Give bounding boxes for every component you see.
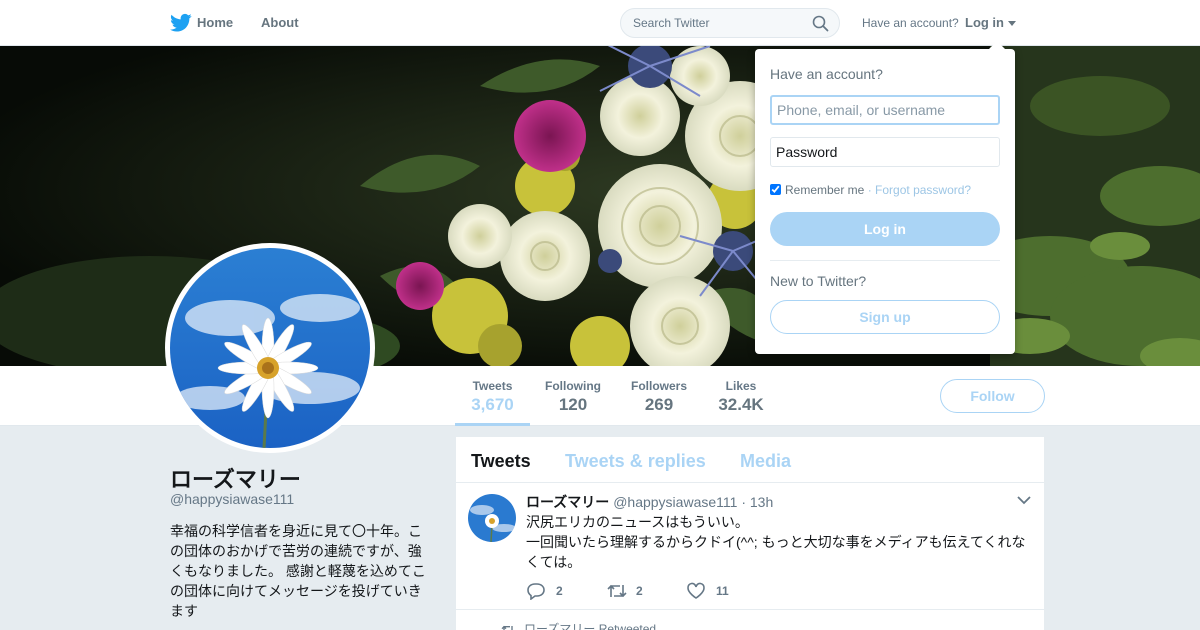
retweet-count: 2: [636, 584, 643, 598]
tab-tweets-replies[interactable]: Tweets & replies: [565, 451, 706, 472]
retweet-button[interactable]: 2: [606, 582, 666, 600]
retweet-context-icon: [501, 625, 513, 630]
search-box[interactable]: Search Twitter: [620, 8, 840, 38]
tweet-text-line: 一回聞いたら理解するからクドイ(^^; もっと大切な事をメディアも伝えてくれなく…: [526, 534, 1026, 570]
nav-home-link[interactable]: Home: [197, 15, 233, 30]
nav-about-link[interactable]: About: [261, 15, 299, 30]
dropdown-title: Have an account?: [770, 66, 883, 82]
remember-separator: ·: [867, 183, 872, 197]
dropdown-divider: [770, 260, 1000, 261]
stat-following-value: 120: [558, 395, 588, 414]
twitter-bird-icon[interactable]: [170, 13, 192, 33]
stat-likes-label: Likes: [725, 379, 757, 393]
search-icon[interactable]: [812, 15, 829, 32]
profile-bio: 幸福の科学信者を身近に見て〇十年。この団体のおかげで苦労の連続ですが、強くもなり…: [170, 523, 426, 619]
display-name[interactable]: ローズマリー: [170, 462, 301, 494]
follow-button[interactable]: Follow: [940, 379, 1045, 413]
tweet-author-handle[interactable]: @happysiawase111: [613, 494, 737, 510]
login-button[interactable]: Log in: [770, 212, 1000, 246]
stat-followers-label: Followers: [630, 379, 687, 393]
login-menu-link[interactable]: Log in: [965, 15, 1004, 30]
tweet-text: 沢尻エリカのニュースはもういい。 一回聞いたら理解するからクドイ(^^; もっと…: [526, 512, 1034, 572]
remember-row: Remember me · Forgot password?: [770, 183, 971, 197]
remember-label[interactable]: Remember me: [785, 183, 864, 197]
tweet-header: ローズマリー @happysiawase111 · 13h: [526, 492, 773, 512]
have-account-text: Have an account?: [862, 16, 959, 30]
stat-tweets[interactable]: Tweets 3,670: [455, 366, 530, 426]
retweet-context: ローズマリー Retweeted: [500, 620, 656, 630]
stat-likes[interactable]: Likes 32.4K: [710, 366, 772, 426]
like-button[interactable]: 11: [686, 582, 746, 600]
login-dropdown: Have an account? Remember me · Forgot pa…: [755, 41, 1015, 354]
tweet-avatar[interactable]: [468, 494, 516, 542]
retweet-context-text[interactable]: ローズマリー Retweeted: [524, 622, 656, 630]
signup-button[interactable]: Sign up: [770, 300, 1000, 334]
tab-media[interactable]: Media: [740, 451, 791, 472]
tweet-text-line: 沢尻エリカのニュースはもういい。: [526, 514, 749, 530]
stat-followers-value: 269: [644, 395, 674, 414]
stat-tweets-value: 3,670: [471, 395, 514, 414]
tweet-author-name[interactable]: ローズマリー: [526, 494, 609, 510]
remember-checkbox[interactable]: [770, 184, 781, 195]
password-field[interactable]: [770, 137, 1000, 167]
forgot-password-link[interactable]: Forgot password?: [875, 183, 971, 197]
timeline-tabs: Tweets Tweets & replies Media: [456, 437, 1044, 483]
search-input[interactable]: Search Twitter: [633, 16, 709, 30]
reply-count: 2: [556, 584, 563, 598]
like-count: 11: [716, 584, 729, 598]
stat-likes-value: 32.4K: [718, 395, 764, 414]
chevron-down-icon[interactable]: [1017, 495, 1031, 505]
caret-down-icon[interactable]: [1008, 21, 1016, 26]
stat-following[interactable]: Following 120: [540, 366, 606, 426]
screen-name[interactable]: @happysiawase111: [170, 491, 294, 507]
stat-followers[interactable]: Followers 269: [626, 366, 692, 426]
retweet-icon: [607, 584, 627, 598]
heart-icon: [687, 582, 705, 599]
tweet-timestamp[interactable]: 13h: [750, 494, 773, 510]
profile-avatar[interactable]: [165, 243, 375, 453]
stat-following-label: Following: [545, 379, 601, 393]
top-nav: Home About Search Twitter Have an accoun…: [0, 0, 1200, 46]
tab-tweets[interactable]: Tweets: [471, 451, 531, 472]
tweet[interactable]: ローズマリー @happysiawase111 · 13h 沢尻エリカのニュース…: [456, 483, 1044, 610]
new-to-twitter-text: New to Twitter?: [770, 273, 867, 289]
stat-tweets-label: Tweets: [472, 379, 513, 393]
reply-icon: [527, 583, 545, 600]
timeline: Tweets Tweets & replies Media ローズマリー @ha…: [456, 437, 1044, 630]
username-field[interactable]: [770, 95, 1000, 125]
tweet-separator: ·: [741, 494, 746, 510]
reply-button[interactable]: 2: [526, 582, 586, 600]
